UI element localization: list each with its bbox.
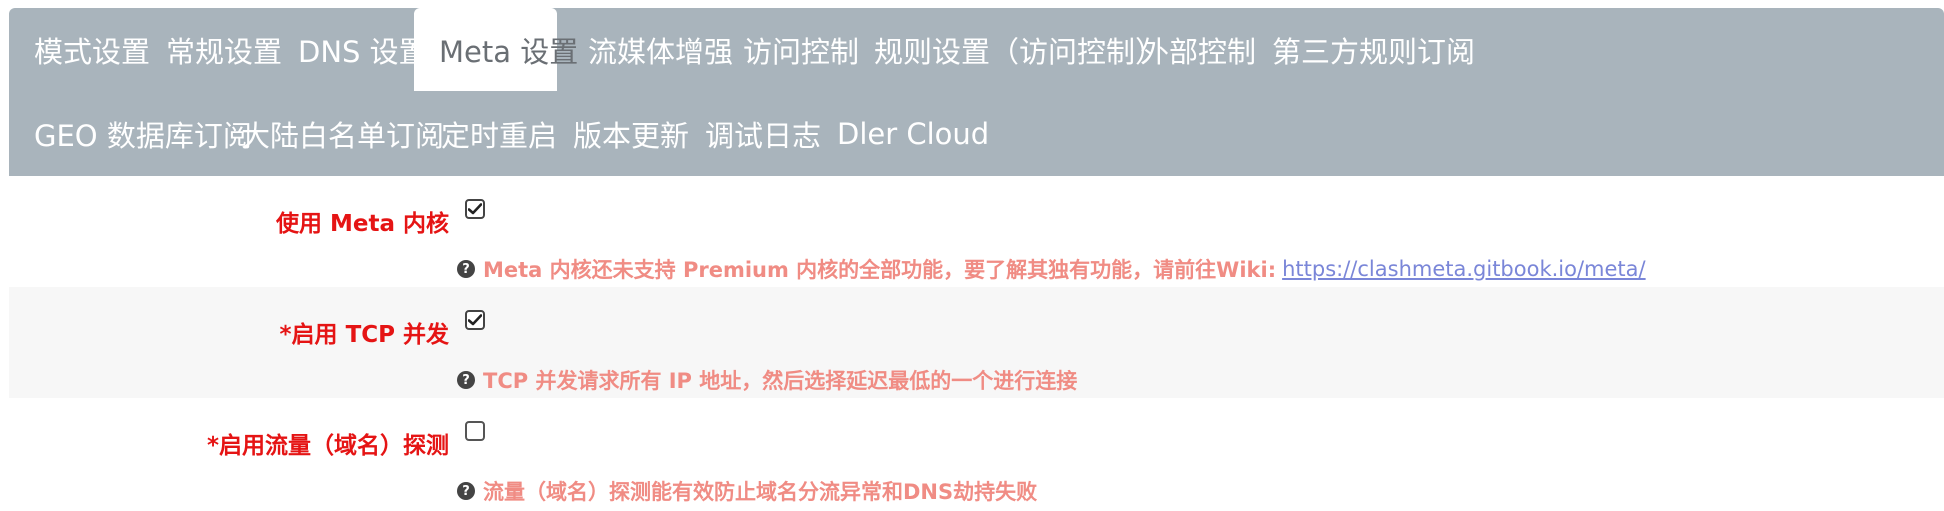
sniffer-checkbox[interactable] (465, 421, 485, 441)
help-text: Meta 内核还未支持 Premium 内核的全部功能，要了解其独有功能，请前往… (483, 258, 1277, 282)
setting-help: ? TCP 并发请求所有 IP 地址，然后选择延迟最低的一个进行连接 (457, 365, 1077, 395)
question-circle-icon: ? (457, 371, 475, 389)
checkmark-icon (468, 203, 482, 215)
setting-row-sniffer: *启用流量（域名）探测 ? 流量（域名）探测能有效防止域名分流异常和DNS劫持失… (9, 398, 1944, 509)
question-circle-icon: ? (457, 482, 475, 500)
tab-dler-cloud[interactable]: Dler Cloud (812, 92, 1014, 175)
setting-help: ? 流量（域名）探测能有效防止域名分流异常和DNS劫持失败 (457, 476, 1037, 506)
wiki-link[interactable]: https://clashmeta.gitbook.io/meta/ (1282, 257, 1646, 281)
help-text: TCP 并发请求所有 IP 地址，然后选择延迟最低的一个进行连接 (483, 369, 1078, 393)
setting-row-meta-core: 使用 Meta 内核 ? Meta 内核还未支持 Premium 内核的全部功能… (9, 176, 1944, 287)
question-circle-icon: ? (457, 260, 475, 278)
tab-bar: 模式设置 常规设置 DNS 设置 Meta 设置 流媒体增强 访问控制 规则设置… (9, 8, 1944, 176)
setting-label: *启用流量（域名）探测 (206, 433, 449, 459)
settings-content: 使用 Meta 内核 ? Meta 内核还未支持 Premium 内核的全部功能… (9, 176, 1944, 509)
use-meta-core-checkbox[interactable] (465, 199, 485, 219)
setting-label: 使用 Meta 内核 (275, 211, 449, 237)
settings-panel: 模式设置 常规设置 DNS 设置 Meta 设置 流媒体增强 访问控制 规则设置… (9, 8, 1944, 511)
help-text: 流量（域名）探测能有效防止域名分流异常和DNS劫持失败 (483, 480, 1038, 504)
tcp-concurrent-checkbox[interactable] (465, 310, 485, 330)
tab-meta-settings[interactable]: Meta 设置 (414, 8, 578, 91)
setting-row-tcp-concurrent: *启用 TCP 并发 ? TCP 并发请求所有 IP 地址，然后选择延迟最低的一… (9, 287, 1944, 398)
setting-label: *启用 TCP 并发 (279, 322, 449, 348)
checkmark-icon (468, 314, 482, 326)
setting-help: ? Meta 内核还未支持 Premium 内核的全部功能，要了解其独有功能，请… (457, 254, 1646, 284)
tab-third-party-rules[interactable]: 第三方规则订阅 (1247, 8, 1500, 91)
